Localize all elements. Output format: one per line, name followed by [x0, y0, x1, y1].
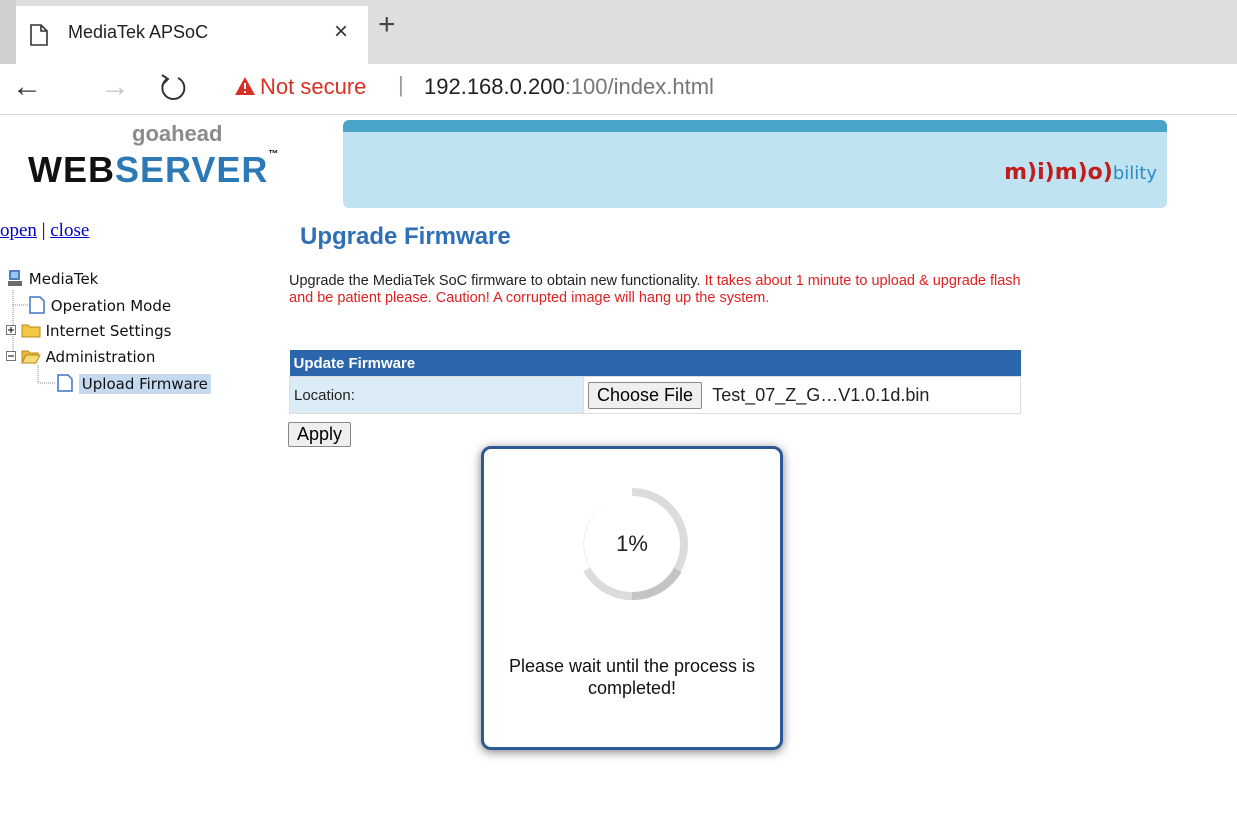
address-bar[interactable]: Not secure | 192.168.0.200:100/index.htm… — [220, 64, 1230, 110]
page-icon — [30, 24, 48, 51]
firmware-table: Update Firmware Location: Choose File Te… — [289, 350, 1021, 414]
page-icon — [56, 374, 74, 393]
url-host: 192.168.0.200 — [424, 74, 565, 99]
mimobility-logo: m)i)m)o)bility — [1004, 160, 1157, 185]
browser-toolbar: ← → Not secure | 192.168.0.200:100/index… — [0, 64, 1237, 115]
back-button[interactable]: ← — [12, 70, 42, 104]
tree-connector-lines — [12, 290, 56, 384]
selected-file-name: Test_07_Z_G…V1.0.1d.bin — [712, 384, 930, 405]
web-page: goahead WEBSERVER™ m)i)m)o)bility open |… — [0, 115, 1237, 835]
page-icon — [28, 296, 46, 315]
file-cell: Choose File Test_07_Z_G…V1.0.1d.bin — [583, 376, 1021, 414]
reload-icon[interactable] — [158, 70, 188, 109]
tree-label: Internet Settings — [45, 322, 172, 340]
warning-icon[interactable] — [234, 76, 256, 101]
table-row: Location: Choose File Test_07_Z_G…V1.0.1… — [289, 376, 1021, 414]
progress-percent: 1% — [616, 531, 648, 556]
tree-item-operation-mode[interactable]: Operation Mode — [28, 296, 171, 315]
computer-icon — [6, 270, 24, 288]
description-text: Upgrade the MediaTek SoC firmware to obt… — [289, 273, 705, 289]
tree-item-mediatek[interactable]: MediaTek — [6, 269, 98, 288]
description: Upgrade the MediaTek SoC firmware to obt… — [289, 273, 1029, 307]
tab-close-icon[interactable]: × — [334, 18, 348, 46]
tree-label: Administration — [45, 348, 156, 366]
logo-tm: ™ — [268, 149, 280, 160]
apply-button[interactable]: Apply — [288, 422, 352, 447]
tree-item-upload-firmware[interactable]: Upload Firmware — [56, 374, 211, 394]
folder-open-icon — [20, 348, 41, 366]
wait-message: Please wait until the process is complet… — [508, 656, 756, 698]
browser-tab[interactable]: MediaTek APSoC × — [16, 6, 368, 64]
banner-logo-suffix: bility — [1112, 163, 1157, 184]
tab-title: MediaTek APSoC — [68, 22, 209, 42]
plus-icon[interactable] — [6, 322, 16, 340]
location-label: Location: — [289, 376, 584, 414]
choose-file-button[interactable]: Choose File — [588, 381, 703, 409]
forward-button[interactable]: → — [100, 70, 130, 104]
table-header: Update Firmware — [289, 350, 1021, 377]
banner-strip — [343, 120, 1167, 132]
address-separator: | — [398, 72, 404, 97]
url-path: :100/index.html — [564, 74, 714, 99]
minus-icon[interactable] — [6, 348, 16, 366]
tab-strip: MediaTek APSoC × + — [0, 0, 1237, 64]
url-text[interactable]: 192.168.0.200:100/index.html — [424, 74, 714, 100]
header-banner: m)i)m)o)bility — [343, 120, 1167, 208]
page-title: Upgrade Firmware — [300, 223, 511, 250]
tree-item-internet-settings[interactable]: Internet Settings — [6, 322, 171, 340]
tab-strip-edge — [0, 0, 16, 64]
banner-logo-text: m)i)m)o) — [1004, 160, 1113, 185]
not-secure-label[interactable]: Not secure — [260, 74, 366, 100]
tree-label: Operation Mode — [50, 297, 172, 315]
tree-label: MediaTek — [28, 270, 99, 288]
tree-label-selected: Upload Firmware — [78, 374, 211, 394]
folder-icon — [21, 322, 41, 340]
tree-item-administration[interactable]: Administration — [6, 348, 155, 366]
new-tab-button[interactable]: + — [378, 8, 396, 42]
progress-dialog: 1% Please wait until the process is comp… — [481, 446, 783, 750]
